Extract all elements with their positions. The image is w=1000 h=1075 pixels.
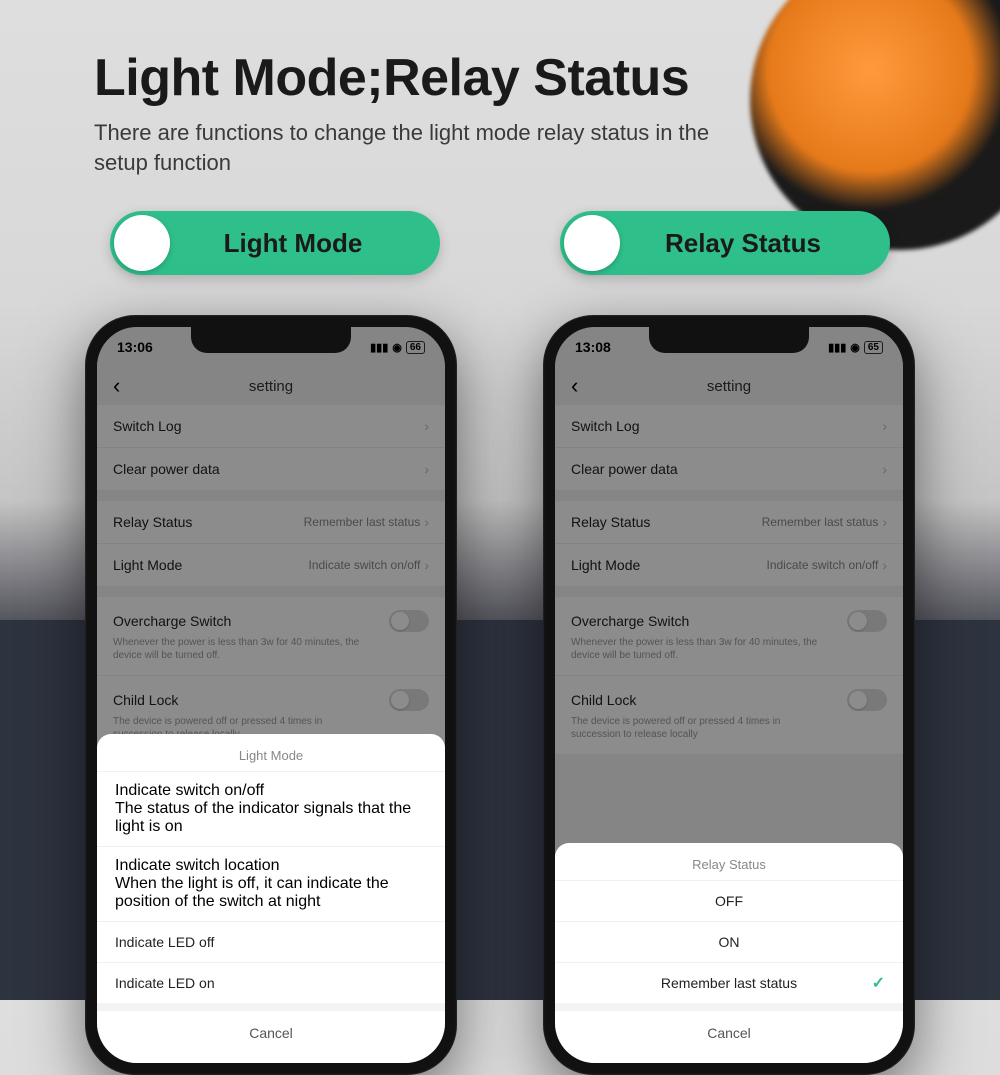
action-sheet-relay-status: Relay Status OFF ON Remember last status… (555, 843, 903, 1063)
option-label: Indicate LED off (115, 934, 214, 950)
phone-mockup-left: 13:06 ▮▮▮ ◉ 66 ‹ setting Switch Log› Cle… (85, 315, 457, 1075)
option-label: Indicate switch on/off (115, 782, 427, 800)
check-icon: ✓ (872, 973, 885, 993)
sheet-option-on[interactable]: ON (555, 921, 903, 962)
pill-row: Light Mode Relay Status (0, 211, 1000, 275)
sheet-option-led-on[interactable]: Indicate LED on (97, 962, 445, 1003)
sheet-option-remember[interactable]: Remember last status ✓ (555, 962, 903, 1003)
sheet-option-led-off[interactable]: Indicate LED off (97, 921, 445, 962)
option-label: ON (719, 934, 740, 950)
sheet-option-indicate-onoff[interactable]: Indicate switch on/off The status of the… (97, 771, 445, 846)
toggle-knob-icon (564, 215, 620, 271)
action-sheet-light-mode: Light Mode Indicate switch on/off The st… (97, 734, 445, 1063)
pill-label: Relay Status (620, 228, 886, 259)
page-subtitle: There are functions to change the light … (94, 118, 734, 177)
toggle-knob-icon (114, 215, 170, 271)
sheet-title: Light Mode (97, 734, 445, 771)
phone-screen: 13:08 ▮▮▮ ◉ 65 ‹ setting Switch Log› Cle… (555, 327, 903, 1063)
option-label: OFF (715, 893, 743, 909)
sheet-option-indicate-location[interactable]: Indicate switch location When the light … (97, 846, 445, 921)
phones-row: 13:06 ▮▮▮ ◉ 66 ‹ setting Switch Log› Cle… (0, 315, 1000, 1075)
option-label: Remember last status (661, 975, 797, 991)
option-description: The status of the indicator signals that… (115, 800, 427, 836)
option-label: Indicate LED on (115, 975, 215, 991)
page-title: Light Mode;Relay Status (94, 48, 906, 108)
sheet-cancel-button[interactable]: Cancel (555, 1003, 903, 1045)
option-description: When the light is off, it can indicate t… (115, 875, 427, 911)
pill-light-mode: Light Mode (110, 211, 440, 275)
marketing-header: Light Mode;Relay Status There are functi… (0, 0, 1000, 177)
sheet-cancel-button[interactable]: Cancel (97, 1003, 445, 1045)
phone-mockup-right: 13:08 ▮▮▮ ◉ 65 ‹ setting Switch Log› Cle… (543, 315, 915, 1075)
phone-screen: 13:06 ▮▮▮ ◉ 66 ‹ setting Switch Log› Cle… (97, 327, 445, 1063)
pill-relay-status: Relay Status (560, 211, 890, 275)
pill-label: Light Mode (170, 228, 436, 259)
phone-notch (191, 327, 351, 353)
sheet-title: Relay Status (555, 843, 903, 880)
option-label: Indicate switch location (115, 857, 427, 875)
sheet-option-off[interactable]: OFF (555, 880, 903, 921)
phone-notch (649, 327, 809, 353)
